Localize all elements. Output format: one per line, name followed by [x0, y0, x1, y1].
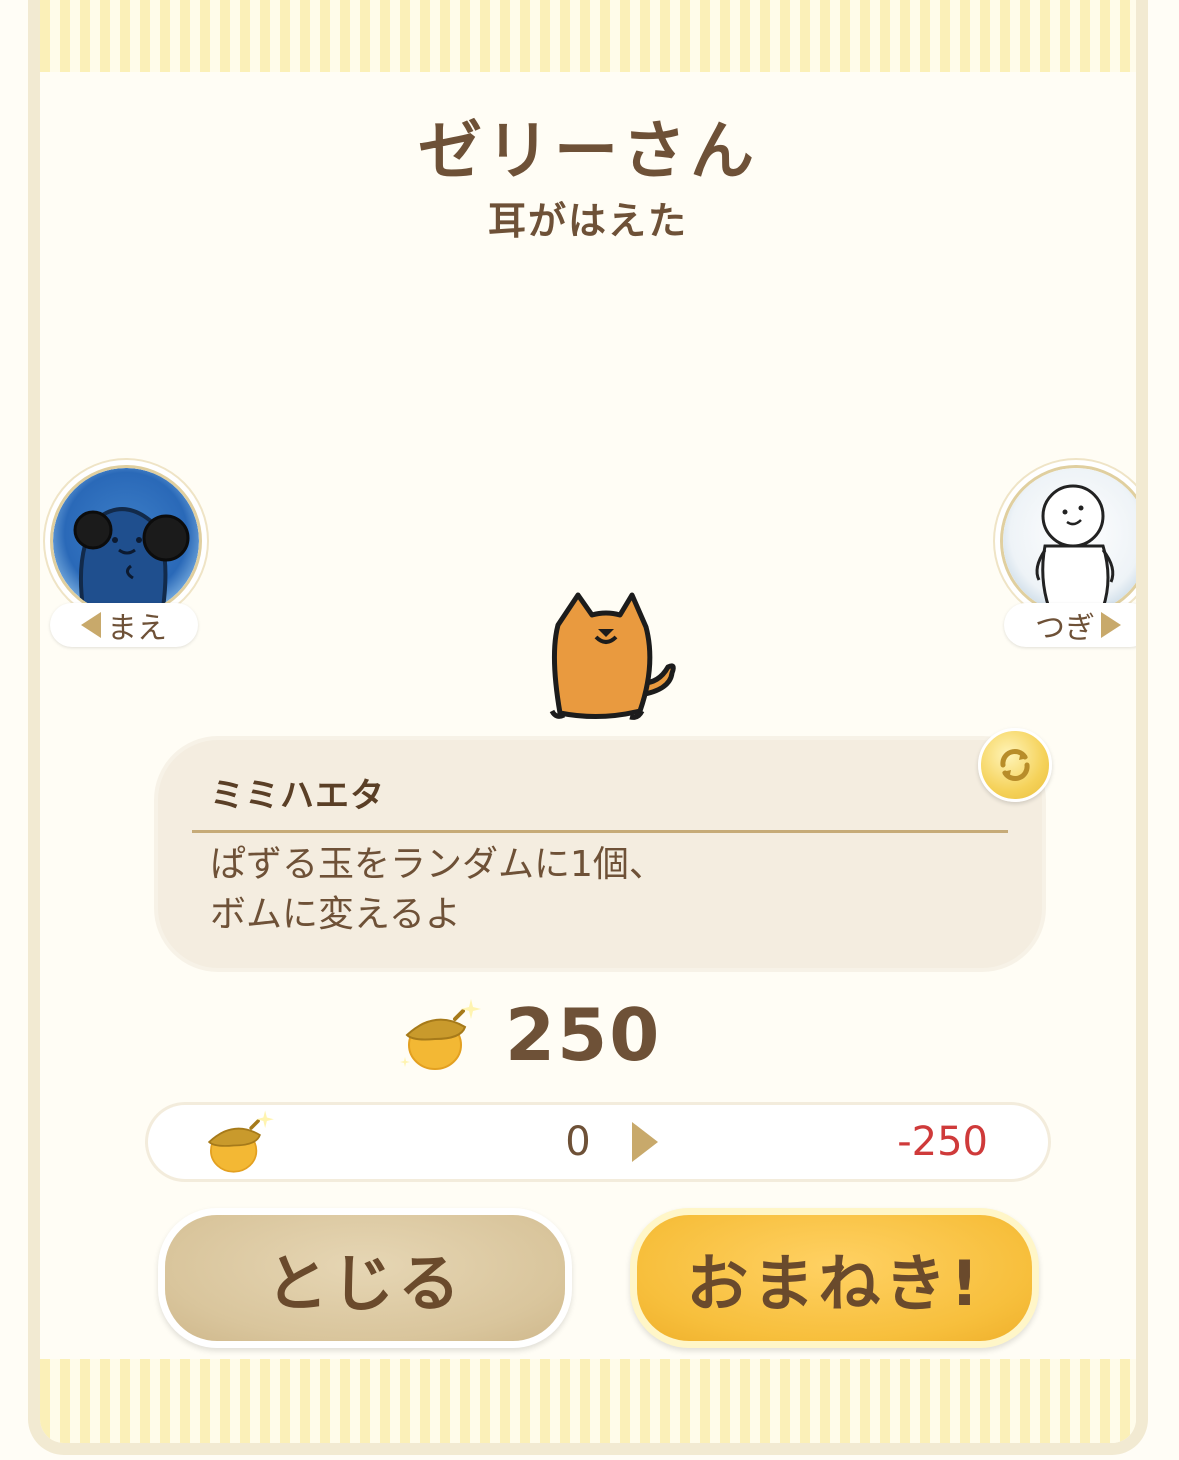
balance-bar: 0 -250 — [148, 1105, 1048, 1179]
triangle-right-icon — [1101, 612, 1121, 638]
top-stripe-decoration — [40, 0, 1136, 72]
acorn-icon — [400, 999, 481, 1070]
prev-character-label[interactable]: まえ — [50, 603, 198, 647]
prev-label-text: まえ — [107, 611, 167, 646]
prev-character-avatar[interactable] — [50, 465, 202, 617]
bottom-stripe-decoration — [40, 1359, 1136, 1443]
next-character-label[interactable]: つぎ — [1004, 603, 1136, 647]
balance-acorn-icon — [207, 1110, 274, 1173]
character-name: ゼリーさん — [418, 115, 758, 189]
skill-description-line-1: ぱずる玉をランダムに1個、 — [210, 844, 665, 885]
next-character-image — [1003, 468, 1136, 614]
cost-value: 250 — [505, 993, 662, 1077]
balance-after: -250 — [897, 1119, 988, 1165]
beckon-button[interactable]: おまねき! — [637, 1215, 1032, 1341]
cost-display: 250 — [395, 993, 662, 1077]
next-character-avatar[interactable] — [1000, 465, 1136, 617]
character-image — [549, 592, 676, 720]
next-character-button[interactable]: つぎ — [1000, 465, 1136, 655]
skill-description-line-2: ボムに変えるよ — [210, 894, 461, 935]
skill-info-panel: ミミハエタ ぱずる玉をランダムに1個、 ボムに変えるよ — [158, 740, 1042, 968]
refresh-button[interactable] — [978, 728, 1052, 802]
prev-character-image — [53, 468, 199, 614]
next-label-text: つぎ — [1035, 611, 1095, 646]
skill-divider — [192, 830, 1008, 833]
triangle-left-icon — [81, 612, 101, 638]
skill-name: ミミハエタ — [210, 776, 385, 816]
balance-current: 0 — [565, 1119, 591, 1165]
arrow-right-icon — [632, 1122, 658, 1162]
refresh-icon — [1000, 749, 1030, 781]
character-subtitle: 耳がはえた — [487, 199, 688, 243]
close-button[interactable]: とじる — [165, 1215, 565, 1341]
character-card: ゼリーさん 耳がはえた まえ つぎ ミミハエタ ぱずる玉をランダムに1個、 ボム… — [28, 0, 1148, 1455]
skill-description: ぱずる玉をランダムに1個、 ボムに変えるよ — [210, 840, 665, 940]
prev-character-button[interactable]: まえ — [50, 465, 202, 655]
